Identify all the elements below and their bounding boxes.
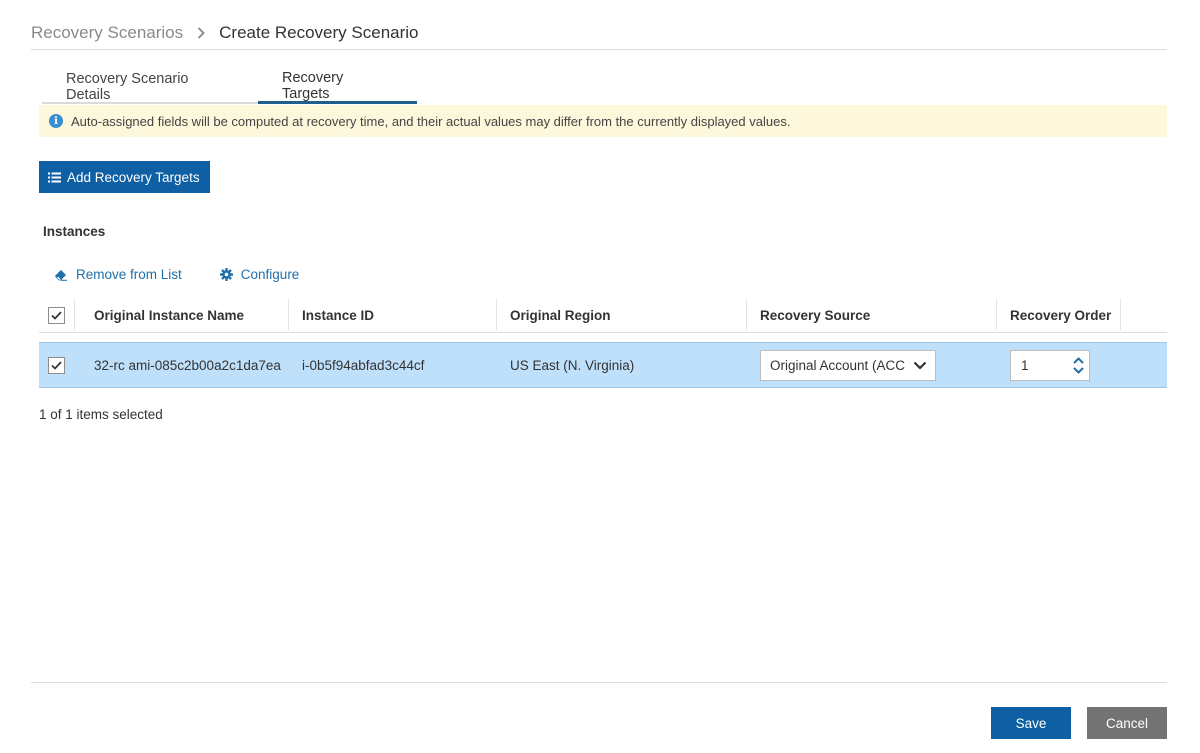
row-checkbox[interactable] [48, 356, 65, 374]
column-header-instance-id[interactable]: Instance ID [302, 297, 374, 333]
page-title: Create Recovery Scenario [219, 23, 419, 42]
chevron-up-icon[interactable] [1073, 356, 1084, 364]
breadcrumb-link-recovery-scenarios[interactable]: Recovery Scenarios [31, 23, 183, 43]
header-cell-select [48, 297, 65, 333]
tab-recovery-scenario-details[interactable]: Recovery Scenario Details [42, 71, 258, 104]
tab-bar: Recovery Scenario Details Recovery Targe… [42, 70, 417, 104]
table-row[interactable]: 32-rc ami-085c2b00a2c1da7ea i-0b5f94abfa… [39, 342, 1167, 388]
list-icon [48, 172, 61, 183]
column-header-original-region[interactable]: Original Region [510, 297, 611, 333]
cell-recovery-source: Original Account (ACC [760, 343, 936, 387]
recovery-source-value: Original Account (ACC [770, 357, 906, 373]
chevron-down-icon[interactable] [1073, 366, 1084, 374]
remove-from-list-button[interactable]: Remove from List [54, 267, 182, 282]
header-divider [31, 49, 1167, 50]
footer-divider [31, 682, 1167, 683]
breadcrumb: Recovery Scenarios Create Recovery Scena… [31, 21, 419, 45]
check-icon [51, 310, 62, 320]
column-header-instance-name[interactable]: Original Instance Name [94, 297, 244, 333]
save-button[interactable]: Save [991, 707, 1071, 739]
grid-header: Original Instance Name Instance ID Origi… [39, 297, 1167, 333]
column-divider [496, 299, 497, 330]
configure-button[interactable]: Configure [219, 267, 300, 282]
info-icon: i [49, 114, 63, 128]
info-banner: i Auto-assigned fields will be computed … [39, 105, 1167, 137]
eraser-icon [54, 269, 68, 281]
column-divider [288, 299, 289, 330]
stepper-buttons [1073, 356, 1084, 374]
selection-status: 1 of 1 items selected [39, 407, 163, 422]
cell-recovery-order: 1 [1010, 343, 1090, 387]
remove-from-list-label: Remove from List [76, 267, 182, 282]
column-header-recovery-source[interactable]: Recovery Source [760, 297, 870, 333]
column-header-recovery-order[interactable]: Recovery Order [1010, 297, 1111, 333]
gear-icon [219, 268, 233, 281]
select-all-checkbox[interactable] [48, 306, 65, 324]
column-divider [1120, 299, 1121, 330]
column-divider [996, 299, 997, 330]
tab-recovery-targets[interactable]: Recovery Targets [258, 70, 417, 104]
row-select-cell [48, 343, 65, 387]
recovery-order-stepper[interactable]: 1 [1010, 349, 1090, 381]
chevron-right-icon [197, 27, 205, 39]
cancel-button[interactable]: Cancel [1087, 707, 1167, 739]
recovery-order-value[interactable]: 1 [1021, 358, 1029, 373]
recovery-source-select[interactable]: Original Account (ACC [760, 349, 936, 381]
chevron-down-icon [913, 361, 927, 370]
info-banner-text: Auto-assigned fields will be computed at… [71, 113, 791, 129]
grid-actions: Remove from List Configure [54, 267, 299, 282]
cell-original-region: US East (N. Virginia) [510, 357, 635, 373]
add-recovery-targets-button[interactable]: Add Recovery Targets [39, 161, 210, 193]
cell-instance-id: i-0b5f94abfad3c44cf [302, 357, 425, 373]
instances-grid: Original Instance Name Instance ID Origi… [39, 297, 1167, 388]
cell-instance-name: 32-rc ami-085c2b00a2c1da7ea [94, 357, 281, 373]
add-recovery-targets-label: Add Recovery Targets [67, 169, 200, 185]
column-divider [746, 299, 747, 330]
instances-title: Instances [43, 224, 106, 239]
configure-label: Configure [240, 267, 300, 282]
check-icon [51, 360, 62, 370]
column-divider [74, 299, 75, 330]
